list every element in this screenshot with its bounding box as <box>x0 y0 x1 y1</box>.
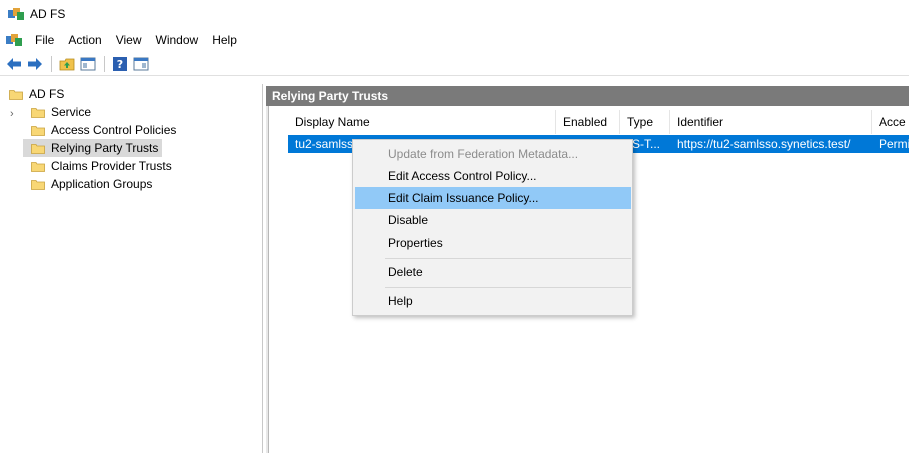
title-bar: AD FS <box>0 0 909 28</box>
column-header-type[interactable]: Type <box>620 110 670 134</box>
toolbar-separator <box>51 55 52 72</box>
svg-text:?: ? <box>117 58 123 71</box>
tree-item-claims-provider-trusts[interactable]: Claims Provider Trusts <box>28 157 175 175</box>
column-header-identifier[interactable]: Identifier <box>670 110 872 134</box>
menu-help[interactable]: Help <box>205 33 244 47</box>
cell-access-control: Permi <box>879 137 909 151</box>
folder-icon <box>31 143 45 154</box>
forward-arrow-icon <box>28 57 42 70</box>
show-hide-action-pane-button[interactable] <box>131 54 151 74</box>
action-pane-icon <box>133 57 149 70</box>
tree-root-label: AD FS <box>29 87 65 101</box>
back-button[interactable] <box>4 54 24 74</box>
menu-view[interactable]: View <box>109 33 149 47</box>
tree-item-relying-party-trusts[interactable]: Relying Party Trusts <box>23 139 163 157</box>
menu-separator <box>385 258 631 259</box>
menu-item-help[interactable]: Help <box>355 290 631 312</box>
folder-icon <box>31 107 45 118</box>
menu-separator <box>385 287 631 288</box>
adfs-menu-icon[interactable] <box>6 33 22 47</box>
tree-item-access-control-policies[interactable]: Access Control Policies <box>28 121 179 139</box>
pane-left-border <box>266 106 269 453</box>
help-icon: ? <box>113 56 127 71</box>
up-folder-icon <box>59 58 75 70</box>
pane-header: Relying Party Trusts <box>266 86 909 106</box>
tree-item-label: Claims Provider Trusts <box>51 159 172 173</box>
tree-item-label: Application Groups <box>51 177 153 191</box>
context-menu: Update from Federation Metadata... Edit … <box>352 139 633 316</box>
menu-file[interactable]: File <box>28 33 61 47</box>
menu-action[interactable]: Action <box>61 33 108 47</box>
column-header-display-name[interactable]: Display Name <box>288 110 556 134</box>
menu-item-disable[interactable]: Disable <box>355 209 631 231</box>
tree-item-label: Access Control Policies <box>51 123 177 137</box>
up-one-level-button[interactable] <box>57 54 77 74</box>
show-hide-tree-icon <box>80 57 96 70</box>
toolbar: ? <box>0 52 909 76</box>
tree-item-service[interactable]: Service <box>28 103 94 121</box>
console-tree: AD FS › Service Access Control Policies … <box>0 84 263 453</box>
tree-item-application-groups[interactable]: Application Groups <box>28 175 155 193</box>
help-button[interactable]: ? <box>110 54 130 74</box>
menu-item-update-from-federation-metadata[interactable]: Update from Federation Metadata... <box>355 143 631 165</box>
window-title: AD FS <box>30 7 66 21</box>
chevron-right-icon[interactable]: › <box>10 108 14 120</box>
folder-icon <box>31 179 45 190</box>
adfs-app-icon <box>8 8 24 20</box>
column-header-enabled[interactable]: Enabled <box>556 110 620 134</box>
column-header-access[interactable]: Acce <box>872 110 909 134</box>
folder-icon <box>31 161 45 172</box>
tree-item-label: Service <box>51 105 92 119</box>
tree-root-adfs[interactable]: AD FS <box>6 85 67 103</box>
cell-identifier: https://tu2-samlsso.synetics.test/ <box>677 137 851 151</box>
show-hide-tree-button[interactable] <box>78 54 98 74</box>
menu-item-properties[interactable]: Properties <box>355 232 631 254</box>
menu-item-delete[interactable]: Delete <box>355 261 631 283</box>
tree-item-label: Relying Party Trusts <box>51 141 159 155</box>
folder-icon <box>31 125 45 136</box>
menu-window[interactable]: Window <box>149 33 206 47</box>
forward-button[interactable] <box>25 54 45 74</box>
menu-bar: File Action View Window Help <box>0 30 909 50</box>
folder-icon <box>9 89 23 100</box>
menu-item-edit-access-control-policy[interactable]: Edit Access Control Policy... <box>355 165 631 187</box>
back-arrow-icon <box>7 57 21 70</box>
toolbar-separator <box>104 55 105 72</box>
menu-item-edit-claim-issuance-policy[interactable]: Edit Claim Issuance Policy... <box>355 187 631 209</box>
